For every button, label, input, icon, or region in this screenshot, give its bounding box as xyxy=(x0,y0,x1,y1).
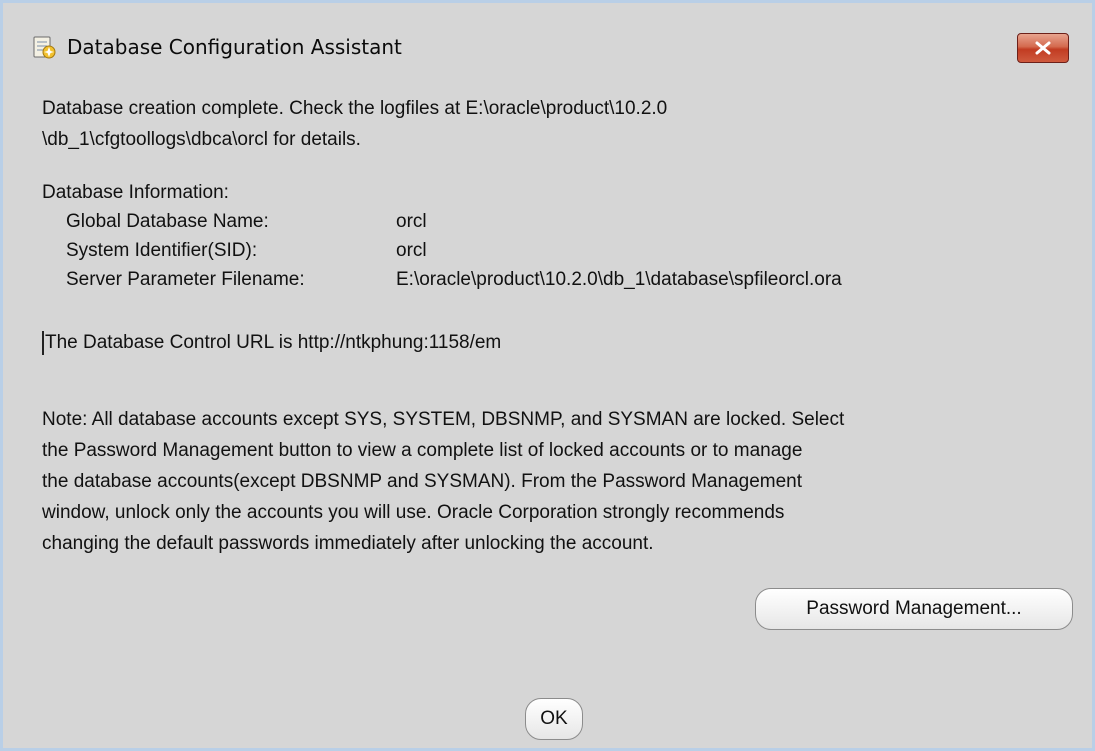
system-identifier-value: orcl xyxy=(396,240,427,261)
server-parameter-filename-value: E:\oracle\product\10.2.0\db_1\database\s… xyxy=(396,269,842,290)
note-line-2: the Password Management button to view a… xyxy=(42,440,803,461)
database-control-url[interactable]: The Database Control URL is http://ntkph… xyxy=(45,329,501,357)
completion-message-line-2: \db_1\cfgtoollogs\dbca\orcl for details. xyxy=(42,129,361,150)
title-bar[interactable]: Database Configuration Assistant xyxy=(3,3,1092,89)
database-information-heading: Database Information: xyxy=(42,182,229,203)
window-title: Database Configuration Assistant xyxy=(67,35,402,59)
close-icon xyxy=(1035,41,1051,55)
system-identifier-label: System Identifier(SID): xyxy=(66,240,258,261)
database-assistant-icon xyxy=(31,35,57,61)
completion-message-line-1: Database creation complete. Check the lo… xyxy=(42,98,668,119)
note-line-4: window, unlock only the accounts you wil… xyxy=(42,502,785,523)
dialog-content: Database creation complete. Check the lo… xyxy=(3,89,1092,748)
password-management-button[interactable]: Password Management... xyxy=(755,588,1073,630)
close-button[interactable] xyxy=(1017,33,1069,63)
global-database-name-value: orcl xyxy=(396,211,427,232)
note-line-1: Note: All database accounts except SYS, … xyxy=(42,409,845,430)
note-line-3: the database accounts(except DBSNMP and … xyxy=(42,471,803,492)
text-caret xyxy=(42,331,44,355)
dbca-dialog-window: Database Configuration Assistant Databas… xyxy=(0,0,1095,751)
global-database-name-label: Global Database Name: xyxy=(66,211,269,232)
note-line-5: changing the default passwords immediate… xyxy=(42,533,654,554)
ok-button[interactable]: OK xyxy=(525,698,583,740)
server-parameter-filename-label: Server Parameter Filename: xyxy=(66,269,305,290)
